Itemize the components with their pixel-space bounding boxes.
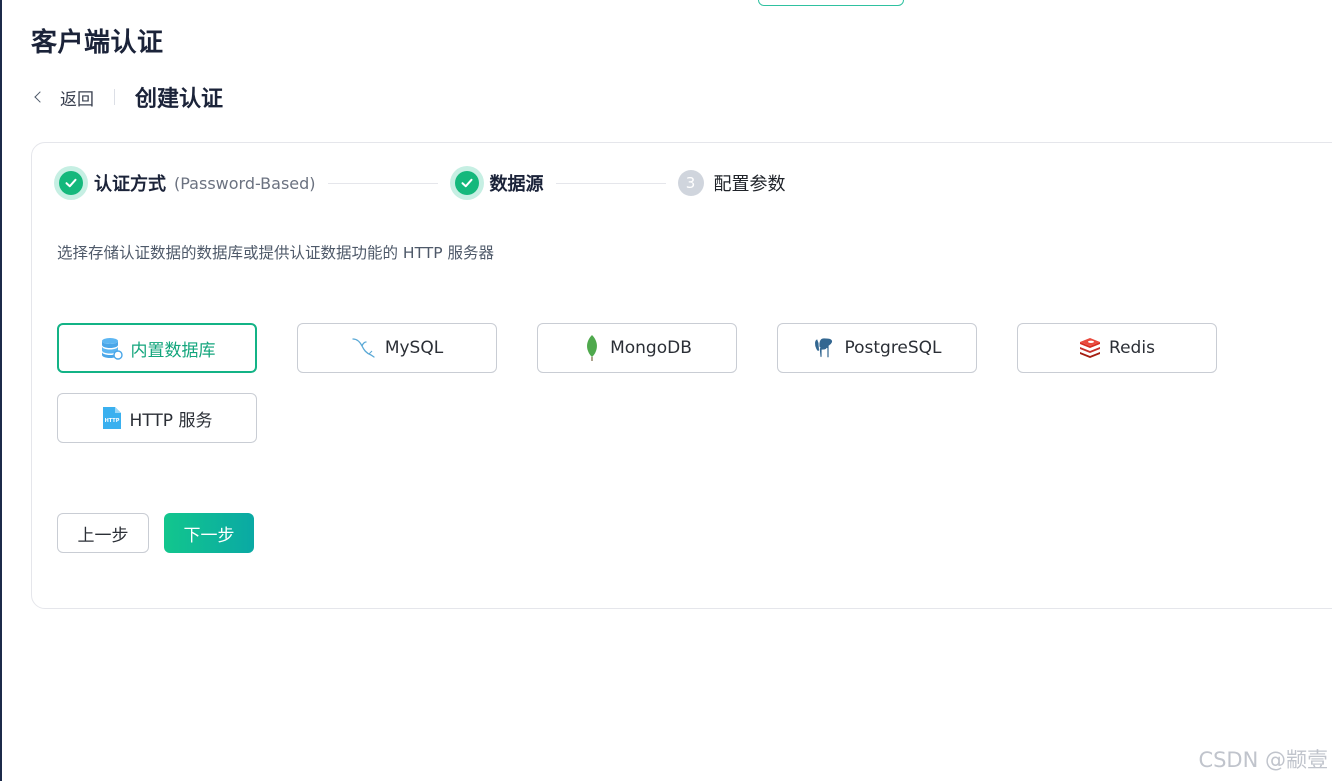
option-builtin-db[interactable]: 内置数据库: [57, 323, 257, 373]
option-redis[interactable]: Redis: [1017, 323, 1217, 373]
breadcrumb: 返回 创建认证: [33, 82, 223, 112]
option-mysql[interactable]: MySQL: [297, 323, 497, 373]
top-tab-edge[interactable]: [758, 0, 904, 6]
step-config-params: 3 配置参数: [677, 170, 786, 196]
check-icon: [449, 166, 484, 200]
steps-bar: 认证方式 (Password-Based) 数据源 3 配置参数: [54, 165, 786, 201]
chevron-left-icon: [34, 91, 46, 103]
svg-text:HTTP: HTTP: [104, 418, 119, 424]
step-connector: [555, 182, 666, 184]
option-label: PostgreSQL: [844, 338, 942, 358]
step-label: 配置参数: [713, 174, 786, 195]
description: 选择存储认证数据的数据库或提供认证数据功能的 HTTP 服务器: [57, 244, 495, 262]
redis-icon: [1079, 337, 1101, 359]
postgresql-elephant-icon: [812, 336, 836, 360]
back-label: 返回: [60, 89, 94, 110]
create-auth-card: 认证方式 (Password-Based) 数据源 3 配置参数 选择存储认证数…: [31, 142, 1332, 609]
option-http[interactable]: HTTP HTTP 服务: [57, 393, 257, 443]
option-postgresql[interactable]: PostgreSQL: [777, 323, 977, 373]
check-icon: [54, 166, 88, 200]
mongodb-leaf-icon: [582, 334, 602, 362]
step-label: 认证方式: [94, 174, 166, 195]
window-left-edge: [0, 0, 2, 781]
step-connector: [327, 182, 438, 184]
option-label: MySQL: [384, 338, 444, 358]
breadcrumb-current: 创建认证: [135, 87, 224, 112]
mysql-dolphin-icon: [351, 336, 377, 360]
back-link[interactable]: 返回: [33, 85, 94, 110]
option-label: HTTP 服务: [129, 410, 213, 431]
step-number: 3: [677, 170, 704, 196]
http-file-icon: HTTP: [102, 406, 122, 430]
step-label: 数据源: [489, 174, 544, 195]
option-label: MongoDB: [610, 338, 692, 358]
option-label: Redis: [1109, 338, 1155, 358]
step-data-source: 数据源: [449, 166, 544, 200]
step-sub: (Password-Based): [174, 173, 316, 193]
breadcrumb-divider: [114, 89, 115, 105]
option-mongodb[interactable]: MongoDB: [537, 323, 737, 373]
option-label: 内置数据库: [130, 340, 216, 361]
watermark: CSDN @颛壹: [1198, 748, 1328, 772]
next-step-button[interactable]: 下一步: [164, 513, 254, 553]
page-title: 客户端认证: [31, 28, 164, 58]
database-icon: [99, 336, 123, 360]
step-auth-method: 认证方式 (Password-Based): [54, 166, 316, 200]
prev-step-button[interactable]: 上一步: [57, 513, 149, 553]
